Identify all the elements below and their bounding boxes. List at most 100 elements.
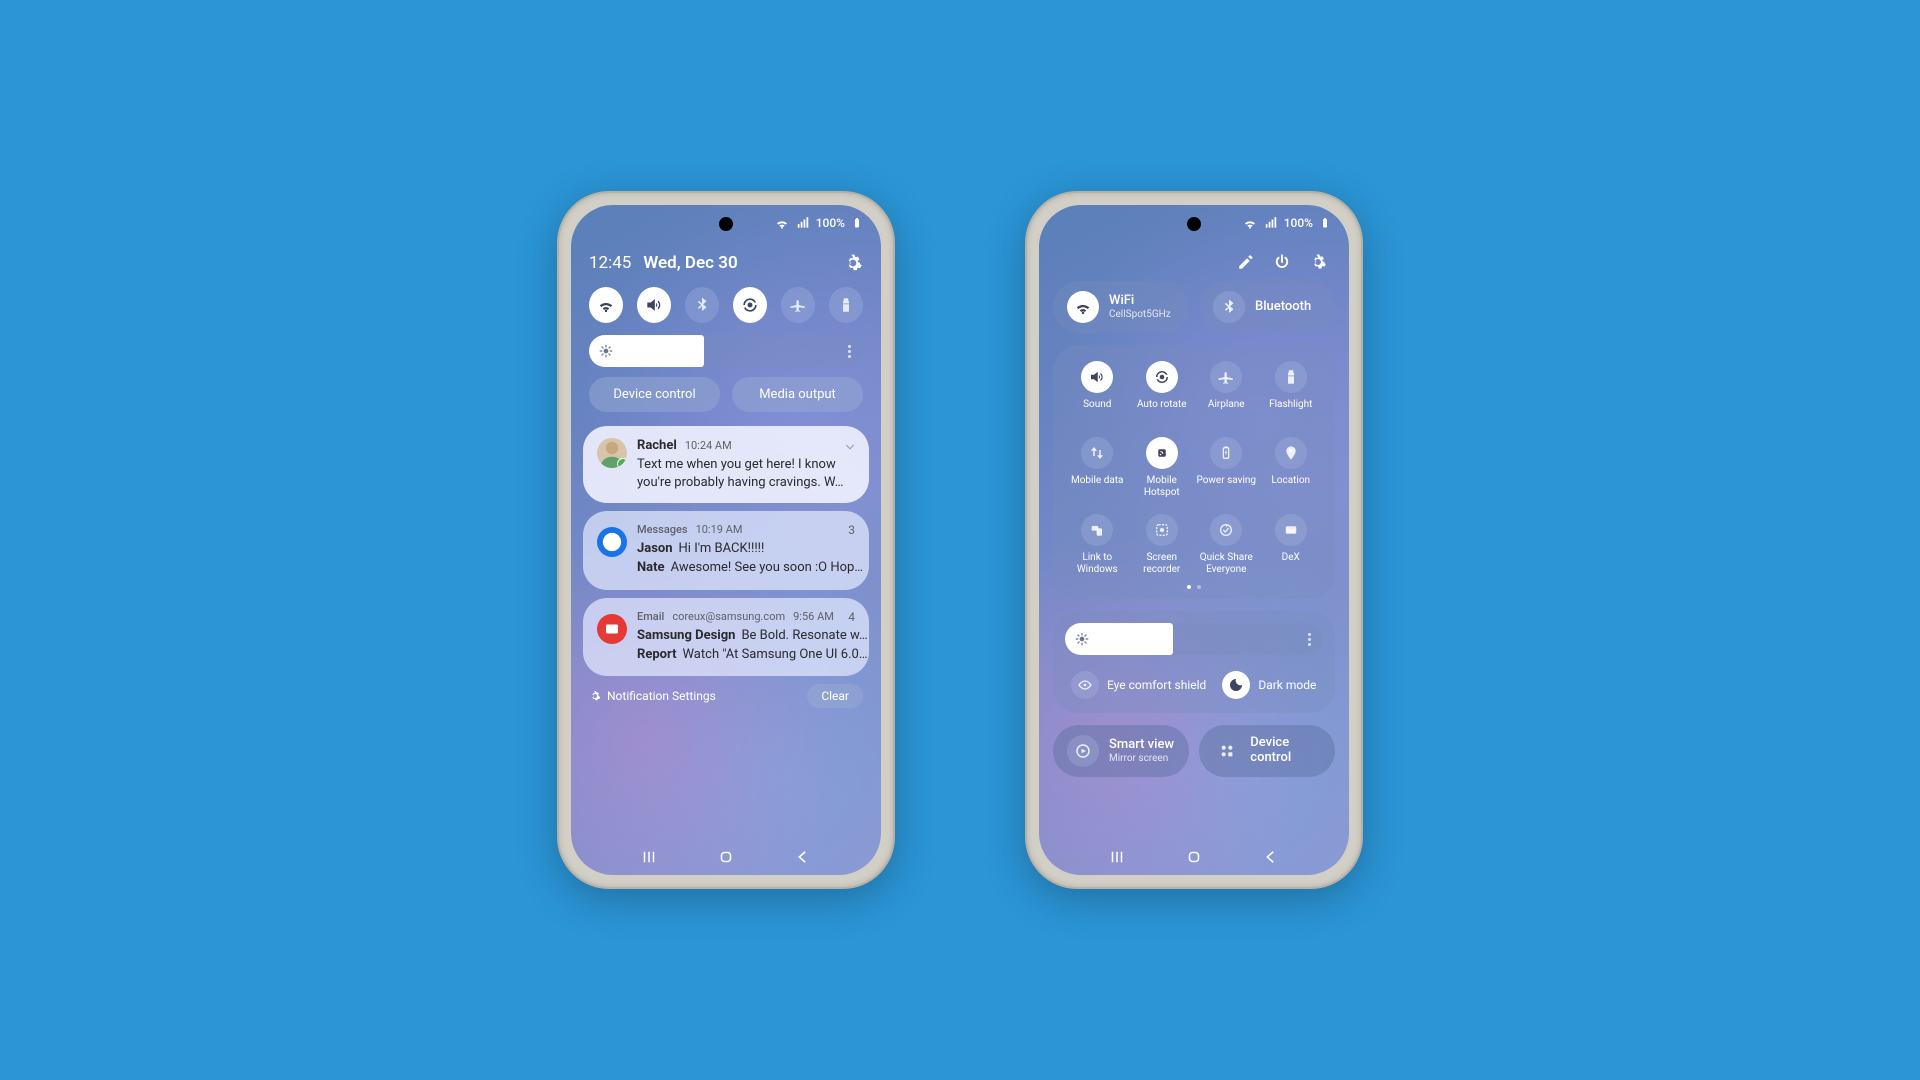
notification-settings-link[interactable]: Notification Settings — [589, 689, 716, 703]
brightness-more-button[interactable] — [848, 345, 851, 358]
notification-card[interactable]: Rachel 10:24 AM Text me when you get her… — [583, 426, 869, 503]
wifi-icon — [596, 295, 616, 315]
back-button[interactable] — [1262, 848, 1280, 866]
device-control-icon — [1217, 741, 1237, 761]
smart-view-tile[interactable]: Smart view Mirror screen — [1053, 725, 1189, 777]
quick-toggle-bluetooth[interactable] — [685, 287, 719, 323]
power-icon — [1273, 253, 1291, 271]
tile-label: Bluetooth — [1255, 300, 1311, 315]
recents-button[interactable] — [640, 848, 658, 866]
quick-toggle-autorotate[interactable] — [733, 287, 767, 323]
airplane-icon — [1217, 368, 1235, 386]
panel-header: 12:45 Wed, Dec 30 — [571, 247, 881, 281]
quick-toggle-airplane[interactable] — [781, 287, 815, 323]
notif-sender: Jason — [637, 540, 673, 559]
settings-gear-button[interactable] — [843, 253, 863, 273]
wifi-tile[interactable]: WiFi CellSpot5GHz — [1053, 281, 1189, 333]
notification-card[interactable]: 3 Messages 10:19 AM JasonHi I'm BACK!!!!… — [583, 511, 869, 590]
navigation-bar — [1039, 839, 1349, 875]
eye-comfort-toggle[interactable]: Eye comfort shield — [1071, 671, 1206, 699]
sound-icon — [1088, 368, 1106, 386]
hotspot-icon — [1153, 444, 1171, 462]
tile-subtitle: CellSpot5GHz — [1109, 309, 1171, 320]
tile-mobiledata[interactable]: Mobile data — [1065, 437, 1130, 498]
tile-label: Mobile Hotspot — [1130, 475, 1195, 498]
notif-body-text: Watch "At Samsung One UI 6.0… — [682, 646, 867, 665]
flashlight-icon — [837, 296, 855, 314]
tile-location[interactable]: Location — [1259, 437, 1324, 498]
tile-label: WiFi — [1109, 294, 1171, 309]
autorotate-icon — [740, 295, 760, 315]
tile-flashlight[interactable]: Flashlight — [1259, 361, 1324, 421]
tile-label: Smart view — [1109, 738, 1174, 753]
brightness-fill — [589, 335, 704, 367]
page-indicator — [1065, 585, 1323, 589]
screen-right: 100% WiFi CellSpot5GHz Bluet — [1039, 205, 1349, 875]
device-control-button[interactable]: Device control — [589, 377, 720, 412]
notif-body-text: Awesome! See you soon :O Hop… — [671, 559, 863, 578]
quick-share-icon — [1218, 522, 1234, 538]
screen-left: 100% 12:45 Wed, Dec 30 — [571, 205, 881, 875]
edit-tiles-button[interactable] — [1237, 253, 1255, 271]
clear-notifications-button[interactable]: Clear — [807, 684, 863, 708]
back-button[interactable] — [794, 848, 812, 866]
toggle-label: Dark mode — [1258, 678, 1316, 692]
tile-label: DeX — [1282, 552, 1300, 574]
quick-settings-grid-panel: Sound Auto rotate Airplane Flashlight Mo… — [1053, 345, 1335, 599]
power-menu-button[interactable] — [1273, 253, 1291, 271]
quick-toggle-sound[interactable] — [637, 287, 671, 323]
quick-settings-header — [1039, 247, 1349, 281]
tile-screenrecord[interactable]: Screen recorder — [1130, 514, 1195, 575]
recents-button[interactable] — [1108, 848, 1126, 866]
notification-card[interactable]: 4 Email coreux@samsung.com 9:56 AM Samsu… — [583, 598, 869, 677]
bluetooth-tile[interactable]: Bluetooth — [1199, 281, 1335, 333]
chat-bubble-icon — [601, 531, 623, 553]
bluetooth-icon — [1213, 291, 1245, 323]
tile-label: Link to Windows — [1065, 552, 1130, 575]
notif-count: 3 — [848, 523, 855, 537]
brightness-slider[interactable] — [1065, 623, 1323, 655]
notif-sender: Nate — [637, 559, 665, 578]
brightness-slider[interactable] — [589, 335, 863, 367]
tile-label: Device control — [1250, 736, 1321, 766]
bluetooth-icon — [693, 296, 711, 314]
settings-gear-button[interactable] — [1309, 253, 1327, 271]
device-control-tile[interactable]: Device control — [1199, 725, 1335, 777]
notif-body-text: Text me when you get here! I know you're… — [637, 456, 855, 491]
wifi-icon — [1067, 291, 1099, 323]
media-output-button[interactable]: Media output — [732, 377, 863, 412]
app-name: Messages — [637, 523, 688, 536]
tile-airplane[interactable]: Airplane — [1194, 361, 1259, 421]
home-button[interactable] — [1185, 848, 1203, 866]
tile-label: Location — [1271, 475, 1310, 497]
tile-label: Mobile data — [1071, 475, 1124, 497]
eye-comfort-icon — [1077, 677, 1093, 693]
navigation-bar — [571, 839, 881, 875]
phone-left: 100% 12:45 Wed, Dec 30 — [557, 191, 895, 889]
notif-time: 9:56 AM — [793, 610, 834, 623]
home-button[interactable] — [717, 848, 735, 866]
gear-icon — [843, 253, 863, 273]
tile-powersaving[interactable]: Power saving — [1194, 437, 1259, 498]
quick-toggle-flashlight[interactable] — [829, 287, 863, 323]
mail-icon — [603, 620, 621, 638]
expand-chevron[interactable] — [843, 440, 855, 452]
notif-time: 10:19 AM — [696, 523, 743, 536]
tile-linkwindows[interactable]: Link to Windows — [1065, 514, 1130, 575]
tile-dex[interactable]: DeX — [1259, 514, 1324, 575]
messages-badge-icon — [617, 458, 627, 468]
tile-subtitle: Mirror screen — [1109, 753, 1174, 764]
sun-icon — [599, 344, 613, 358]
quick-toggle-wifi[interactable] — [589, 287, 623, 323]
dark-mode-icon — [1228, 677, 1244, 693]
brightness-more-button[interactable] — [1308, 633, 1311, 646]
dex-icon — [1282, 521, 1300, 539]
dark-mode-toggle[interactable]: Dark mode — [1222, 671, 1316, 699]
tile-label: Airplane — [1208, 399, 1245, 421]
chevron-down-icon — [843, 440, 857, 454]
tile-sound[interactable]: Sound — [1065, 361, 1130, 421]
tile-hotspot[interactable]: Mobile Hotspot — [1130, 437, 1195, 498]
tile-quickshare[interactable]: Quick Share Everyone — [1194, 514, 1259, 575]
tile-label: Sound — [1083, 399, 1111, 421]
tile-autorotate[interactable]: Auto rotate — [1130, 361, 1195, 421]
